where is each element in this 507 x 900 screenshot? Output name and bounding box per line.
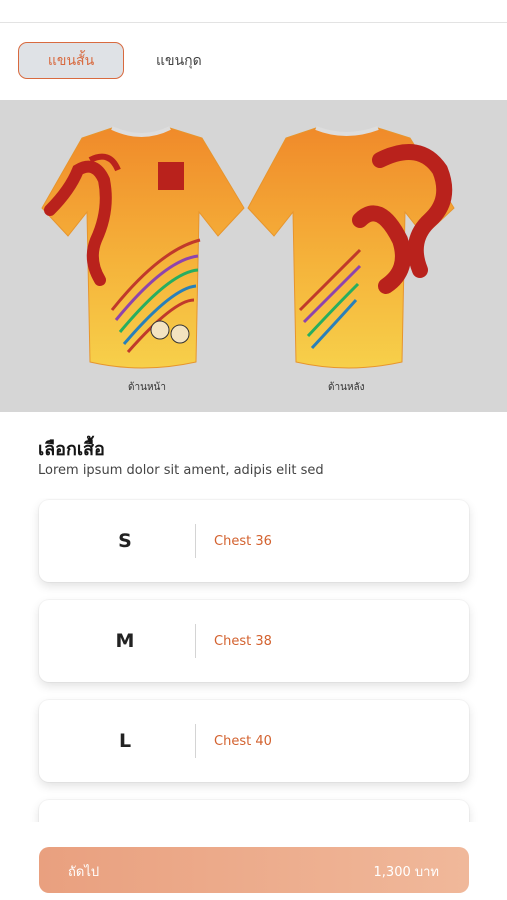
sleeve-tabs: แขนสั้น แขนกุด bbox=[18, 42, 202, 79]
front-shirt bbox=[41, 126, 245, 369]
size-option-partial[interactable] bbox=[39, 800, 469, 822]
tab-short-sleeve[interactable]: แขนสั้น bbox=[18, 42, 124, 79]
chest-label: Chest 38 bbox=[214, 633, 272, 649]
front-caption: ด้านหน้า bbox=[128, 381, 166, 393]
back-shirt bbox=[247, 126, 455, 369]
top-divider bbox=[0, 22, 507, 23]
back-caption: ด้านหลัง bbox=[328, 381, 365, 393]
shirt-preview-image: ด้านหน้า ด้านหลัง bbox=[41, 126, 455, 393]
size-label: M bbox=[115, 630, 135, 652]
size-label: S bbox=[118, 530, 132, 552]
size-option-l[interactable]: L Chest 40 bbox=[39, 700, 469, 782]
total-price: 1,300 บาท bbox=[373, 865, 439, 880]
size-label: L bbox=[118, 730, 132, 752]
next-label: ถัดไป bbox=[68, 865, 100, 880]
size-list: S Chest 36 M Chest 38 L Chest 40 bbox=[0, 498, 507, 822]
section-subtitle: Lorem ipsum dolor sit ament, adipis elit… bbox=[38, 463, 324, 478]
next-button[interactable]: ถัดไป 1,300 บาท bbox=[39, 847, 469, 893]
size-option-m[interactable]: M Chest 38 bbox=[39, 600, 469, 682]
size-option-s[interactable]: S Chest 36 bbox=[39, 500, 469, 582]
section-title: เลือกเสื้อ bbox=[38, 439, 105, 460]
shirt-preview: ด้านหน้า ด้านหลัง bbox=[0, 100, 507, 412]
chest-label: Chest 40 bbox=[214, 733, 272, 749]
chest-label: Chest 36 bbox=[214, 533, 272, 549]
card-divider bbox=[195, 524, 196, 558]
card-divider bbox=[195, 724, 196, 758]
tab-sleeveless[interactable]: แขนกุด bbox=[156, 50, 202, 72]
card-divider bbox=[195, 624, 196, 658]
size-label bbox=[39, 800, 211, 822]
